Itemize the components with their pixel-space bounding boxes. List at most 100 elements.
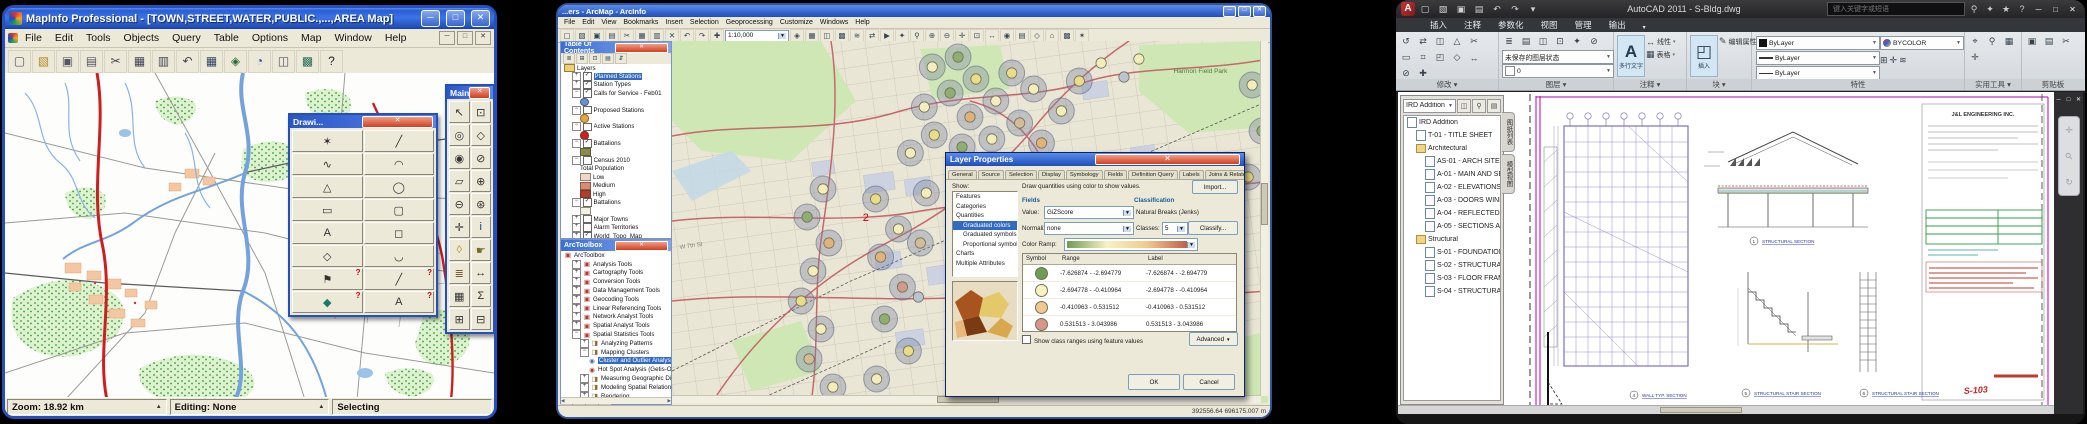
mapinfo-menu-item[interactable]: Edit <box>49 31 79 45</box>
toc-layer-item[interactable]: Medium <box>561 181 671 189</box>
sheet-list-item[interactable]: T-01 - TITLE SHEET <box>1404 129 1500 142</box>
toc-tool-button[interactable]: ⇵ <box>615 53 627 64</box>
layer-visibility-checkbox[interactable]: ✓ <box>583 89 592 98</box>
show-list-item[interactable]: Charts <box>953 249 1017 259</box>
tree-expander-icon[interactable]: + <box>572 286 581 295</box>
map-scale-combo[interactable]: 1:10,000 ▼ <box>725 30 789 42</box>
mdi-window-button[interactable]: □ <box>457 31 473 45</box>
toolbox-item[interactable]: + ▣ Data Management Tools <box>561 286 671 295</box>
panel-label[interactable]: 图层 ▾ <box>1499 79 1613 90</box>
quick-access-button[interactable]: ▤ <box>1471 2 1487 16</box>
main-tool-button[interactable]: ☛ <box>471 239 492 261</box>
main-tool-button[interactable]: ⊖ <box>449 193 470 215</box>
drawing-tool-button[interactable]: ◡ <box>364 245 435 267</box>
infocenter-search[interactable] <box>1827 2 1965 16</box>
mapinfo-menu-item[interactable]: Objects <box>118 31 166 45</box>
mapinfo-titlebar[interactable]: MapInfo Professional - [TOWN,STREET,WATE… <box>5 8 494 29</box>
show-list-item[interactable]: Graduated symbols <box>953 230 1017 240</box>
sheet-list-item[interactable]: A-05 - SECTIONS AND DETAILS <box>1404 220 1500 233</box>
ribbon-tool-icon[interactable]: ≣ <box>1501 34 1517 49</box>
sheet-list-item[interactable]: A-02 - ELEVATIONS <box>1404 181 1500 194</box>
close-icon[interactable]: ✕ <box>615 43 668 53</box>
sheet-list-item[interactable]: S-02 - STRUCTURAL SECTIONS <box>1404 259 1500 272</box>
main-tool-button[interactable]: ⊘ <box>471 147 492 169</box>
toc-layer-item[interactable]: − Active Stations <box>561 123 671 131</box>
toc-layer-item[interactable]: Low <box>561 173 671 181</box>
infocenter-button[interactable]: ★ <box>1999 3 2013 16</box>
dialog-tab[interactable]: Source <box>978 170 1004 179</box>
tab-overflow-icon[interactable]: ▾ <box>1635 23 1654 32</box>
ribbon-tab[interactable]: 视图 <box>1533 18 1566 32</box>
import-button[interactable]: Import... <box>1192 180 1238 194</box>
infocenter-button[interactable]: ⚲ <box>1967 3 1981 16</box>
close-icon[interactable]: ✕ <box>469 87 490 99</box>
tree-expander-icon[interactable]: + <box>572 321 581 330</box>
ribbon-tool-icon[interactable]: ↺ <box>1398 34 1414 49</box>
ribbon-tool-icon[interactable]: ⊘ <box>1586 34 1602 49</box>
quick-access-button[interactable]: ▢ <box>1417 2 1433 16</box>
layer-visibility-checkbox[interactable]: ✓ <box>583 81 592 90</box>
linetype-combo[interactable]: ByLayer▼ <box>1756 66 1880 80</box>
toc-tool-button[interactable]: ⊞ <box>576 53 588 64</box>
ribbon-tool-icon[interactable]: ✦ <box>1569 34 1585 49</box>
layer-state-combo[interactable]: 未保存的图层状态▼ <box>1502 50 1614 64</box>
toolbox-item[interactable]: − ▣ Spatial Statistics Tools <box>561 330 671 339</box>
toolbox-item[interactable]: + ◨ Analyzing Patterns <box>561 339 671 348</box>
toolbox-item[interactable]: + ▣ Spatial Analyst Tools <box>561 321 671 330</box>
window-control-button[interactable]: □ <box>446 10 465 27</box>
vertical-scrollbar[interactable] <box>1260 41 1268 396</box>
viewport-restore-icon[interactable]: □ <box>2064 95 2073 104</box>
sheetset-tool-button[interactable]: ▤ <box>1487 99 1501 113</box>
mapinfo-menu-item[interactable]: Options <box>246 31 294 45</box>
panel-label[interactable]: 块 ▾ <box>1687 79 1751 90</box>
tree-expander-icon[interactable]: − <box>580 348 589 357</box>
quick-access-button[interactable]: ▾ <box>1525 2 1541 16</box>
statusbar-cell[interactable]: Editing: None ▲ <box>170 399 330 415</box>
mapinfo-toolbar-button[interactable]: ▢ <box>8 50 31 73</box>
tree-expander-icon[interactable]: − <box>572 156 581 165</box>
toc-layer-item[interactable]: + ✓ World_Topo_Map <box>561 232 671 238</box>
toolbox-item[interactable]: + ▣ Linear Referencing Tools <box>561 304 671 313</box>
ribbon-tool-icon[interactable]: ⌗ <box>1415 50 1431 65</box>
annotation-tool[interactable]: ▦ 表格 ▾ <box>1646 48 1676 61</box>
toc-layer-item[interactable]: Total Population <box>561 165 671 173</box>
toolbox-item[interactable]: ◉ Cluster and Outlier Analysis (Anselin … <box>561 357 671 366</box>
sheet-list-item[interactable]: S-03 - FLOOR FRAMING <box>1404 272 1500 285</box>
mapinfo-toolbar-button[interactable]: ? <box>320 50 343 73</box>
class-row[interactable]: -2.694778 - -0.410964 -2.694778 - -0.410… <box>1023 282 1236 299</box>
ribbon-tool-icon[interactable]: ✂ <box>1466 34 1482 49</box>
window-control-button[interactable]: ✕ <box>471 10 490 27</box>
show-list-item[interactable]: Categories <box>953 202 1017 212</box>
main-tool-button[interactable]: ⊕ <box>471 170 492 192</box>
main-tool-button[interactable]: ◎ <box>449 124 470 146</box>
mapinfo-menu-item[interactable]: Query <box>166 31 207 45</box>
arcmap-menu-item[interactable]: Bookmarks <box>620 19 661 26</box>
statusbar-cell[interactable]: Zoom: 18.92 km ▲ <box>7 399 167 415</box>
quick-access-button[interactable]: ↷ <box>1507 2 1523 16</box>
arcmap-menu-item[interactable]: View <box>598 19 619 26</box>
arctoolbox-header[interactable]: ArcToolbox ✕ <box>561 240 671 251</box>
main-tool-button[interactable]: i <box>471 216 492 238</box>
toolbox-item[interactable]: + ▣ Network Analyst Tools <box>561 313 671 322</box>
drawing-tool-button[interactable]: ∿ <box>292 153 363 175</box>
panel-label[interactable]: 特性 <box>1752 79 1964 90</box>
toolbox-item[interactable]: + ◨ Measuring Geographic Distributions <box>561 374 671 383</box>
pan-icon[interactable]: ✛ <box>2065 125 2073 136</box>
color-ramp-combo[interactable]: ▼ <box>1064 238 1198 251</box>
tree-expander-icon[interactable]: + <box>580 374 589 383</box>
arcmap-titlebar[interactable]: ...ers - ArcMap - ArcInfo ─□✕ <box>558 5 1270 17</box>
viewport-minimize-icon[interactable]: ─ <box>2054 95 2063 104</box>
mapinfo-menu-item[interactable]: File <box>19 31 48 45</box>
drawing-tool-button[interactable]: ▭ <box>292 199 363 221</box>
drawing-tool-button[interactable]: △ <box>292 176 363 198</box>
checkbox-icon[interactable] <box>1022 335 1031 344</box>
mapinfo-toolbar-button[interactable]: ▤ <box>80 50 103 73</box>
ribbon-tool-icon[interactable]: ◇ <box>1449 50 1465 65</box>
toc-tool-button[interactable]: ⊡ <box>589 53 601 64</box>
drawing-tool-button[interactable]: ◠ <box>364 153 435 175</box>
toc-layer-item[interactable]: − ✓ Battalions <box>561 140 671 148</box>
main-tool-button[interactable]: ⊛ <box>471 193 492 215</box>
ribbon-tab[interactable]: 输出 <box>1601 18 1634 32</box>
ribbon-tool-icon[interactable]: ✂ <box>2058 34 2074 49</box>
panel-label[interactable]: 实用工具 ▾ <box>1965 79 2021 90</box>
